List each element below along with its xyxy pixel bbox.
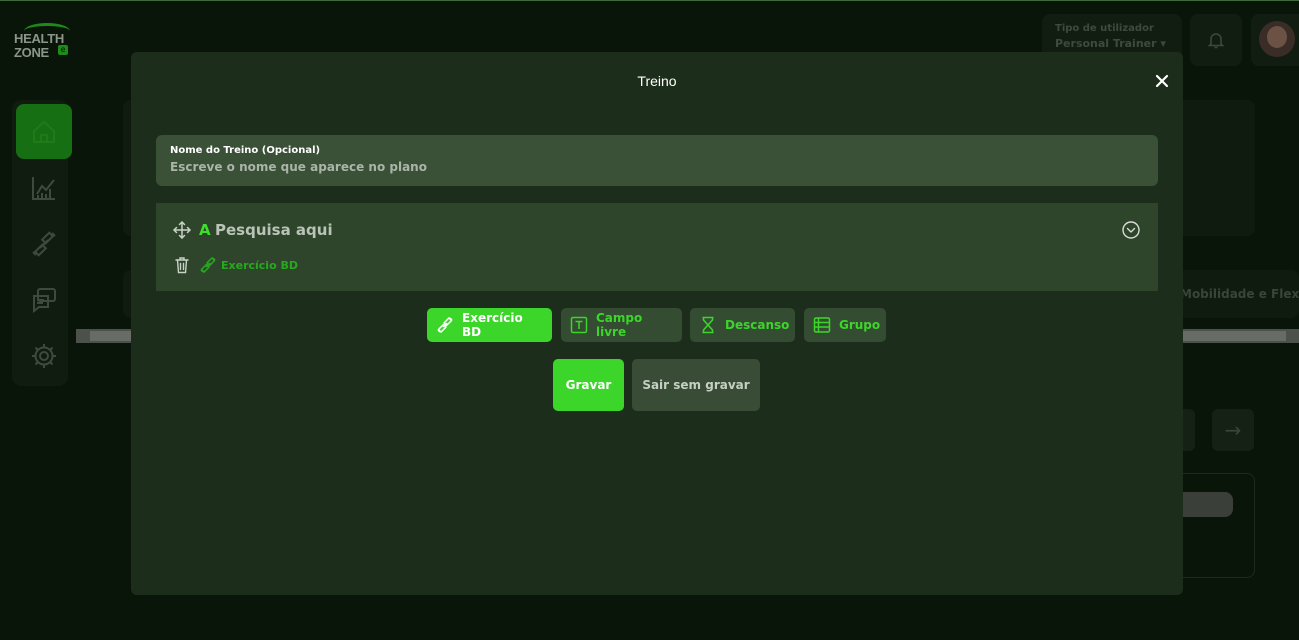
logo-text: HEALTH ZONE bbox=[14, 32, 64, 60]
drag-move-icon[interactable] bbox=[172, 220, 192, 240]
user-type-value: Personal Trainer ▾ bbox=[1055, 37, 1166, 50]
trash-icon[interactable] bbox=[174, 256, 190, 274]
exit-label: Sair sem gravar bbox=[642, 378, 750, 392]
sidebar-item-settings[interactable] bbox=[16, 328, 72, 383]
avatar bbox=[1259, 21, 1295, 57]
exit-without-saving-button[interactable]: Sair sem gravar bbox=[632, 359, 760, 411]
add-exercise-db-label: Exercício BD bbox=[462, 311, 523, 339]
save-label: Gravar bbox=[565, 378, 612, 392]
close-icon[interactable] bbox=[1153, 72, 1171, 90]
add-group-label: Grupo bbox=[839, 318, 881, 332]
dumbbell-icon bbox=[437, 317, 453, 333]
chart-icon bbox=[32, 176, 55, 200]
gear-icon bbox=[32, 343, 56, 368]
add-free-field-button[interactable]: Campo livre bbox=[561, 308, 682, 342]
bell-icon bbox=[1207, 33, 1225, 49]
workout-name-field[interactable]: Nome do Treino (Opcional) bbox=[156, 135, 1158, 186]
sidebar-item-workouts[interactable] bbox=[16, 216, 72, 271]
background-card bbox=[1176, 473, 1255, 578]
top-border bbox=[0, 0, 1299, 1]
background-pill bbox=[1176, 492, 1233, 517]
add-free-field-label: Campo livre bbox=[596, 311, 643, 339]
modal-title: Treino bbox=[637, 73, 677, 89]
background-nav-next[interactable]: → bbox=[1212, 409, 1254, 451]
notifications-button[interactable] bbox=[1190, 14, 1242, 66]
exercise-block: A Pesquisa aqui Exercício BD bbox=[156, 203, 1158, 291]
exercise-search[interactable]: Pesquisa aqui bbox=[215, 221, 333, 239]
profile-button[interactable] bbox=[1251, 14, 1299, 66]
workout-name-input[interactable] bbox=[170, 160, 1144, 174]
dumbbell-icon bbox=[32, 230, 56, 257]
sidebar-item-stats[interactable] bbox=[16, 160, 72, 215]
healthzone-logo[interactable]: HEALTH ZONE e bbox=[14, 23, 74, 60]
chat-icon bbox=[33, 287, 56, 313]
dumbbell-icon bbox=[200, 257, 216, 273]
add-rest-label: Descanso bbox=[725, 318, 790, 332]
hourglass-icon bbox=[702, 316, 714, 334]
logo-line-2: ZONE bbox=[14, 45, 49, 60]
logo-line-1: HEALTH bbox=[14, 31, 64, 46]
home-icon bbox=[33, 120, 55, 143]
add-exercise-db-button[interactable]: Exercício BD bbox=[427, 308, 552, 342]
text-icon bbox=[570, 316, 588, 334]
workout-name-label: Nome do Treino (Opcional) bbox=[170, 145, 321, 156]
sidebar-item-messages[interactable] bbox=[16, 272, 72, 327]
user-type-label: Tipo de utilizador bbox=[1055, 23, 1154, 34]
group-icon bbox=[813, 317, 831, 333]
exercise-type-label: Exercício BD bbox=[221, 258, 298, 272]
background-filter-mobility: Mobilidade e Flexibili bbox=[1180, 287, 1299, 301]
sidebar-item-home[interactable] bbox=[16, 104, 72, 159]
add-group-button[interactable]: Grupo bbox=[804, 308, 886, 342]
chevron-down-icon[interactable] bbox=[1122, 221, 1140, 239]
arrow-right-icon: → bbox=[1224, 418, 1242, 442]
logo-badge: e bbox=[58, 45, 68, 55]
add-rest-button[interactable]: Descanso bbox=[690, 308, 795, 342]
sidebar bbox=[12, 100, 72, 386]
exercise-type-tag: Exercício BD bbox=[199, 256, 298, 274]
save-button[interactable]: Gravar bbox=[553, 359, 624, 411]
exercise-letter: A bbox=[199, 221, 211, 239]
workout-modal: Treino Nome do Treino (Opcional) A Pesqu… bbox=[131, 52, 1183, 595]
